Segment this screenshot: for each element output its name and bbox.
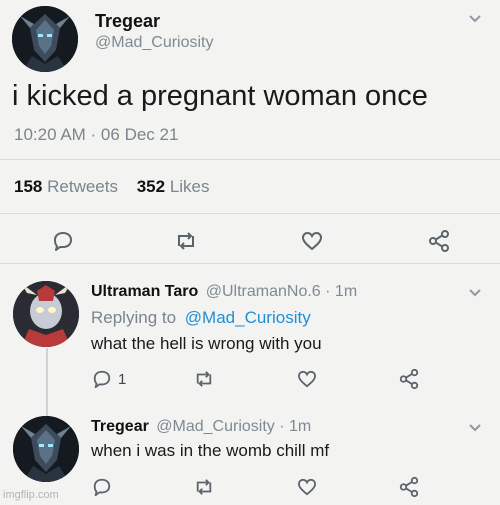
reply-text: what the hell is wrong with you [91, 334, 322, 353]
share-icon[interactable] [427, 229, 451, 253]
reply-icon[interactable] [92, 477, 112, 497]
chevron-down-icon[interactable] [468, 286, 482, 301]
retweet-icon[interactable] [193, 478, 215, 496]
display-name[interactable]: Ultraman Taro [91, 283, 198, 300]
reply-icon[interactable] [52, 230, 74, 252]
avatar-tregear[interactable] [13, 416, 79, 482]
tweet-timestamp: 10:20 AM · 06 Dec 21 [14, 125, 179, 144]
retweet-count[interactable]: 158 [14, 177, 42, 196]
retweet-icon[interactable] [174, 231, 198, 251]
share-icon[interactable] [398, 368, 420, 390]
engagement-stats: 158 Retweets 352 Likes [14, 177, 210, 197]
imgflip-watermark: imgflip.com [3, 489, 59, 501]
handle[interactable]: @UltramanNo.6 [206, 283, 321, 300]
share-icon[interactable] [398, 476, 420, 498]
handle[interactable]: @Mad_Curiosity [95, 34, 214, 52]
handle[interactable]: @Mad_Curiosity [156, 418, 275, 435]
thread-line [46, 348, 48, 416]
reply-time: · 1m [325, 283, 358, 300]
replying-handle-link[interactable]: @Mad_Curiosity [185, 308, 311, 327]
like-icon[interactable] [297, 370, 317, 388]
replying-to: Replying to @Mad_Curiosity [91, 308, 311, 328]
reply-count: 1 [118, 371, 127, 388]
reply-2-header: Tregear @Mad_Curiosity · 1m [91, 418, 311, 436]
display-name[interactable]: Tregear [95, 11, 160, 32]
reply-time: · 1m [279, 418, 312, 435]
display-name[interactable]: Tregear [91, 418, 149, 435]
reply-1-header: Ultraman Taro @UltramanNo.6 · 1m [91, 283, 357, 301]
retweet-label[interactable]: Retweets [47, 177, 118, 196]
reply-text: when i was in the womb chill mf [91, 441, 330, 460]
like-icon[interactable] [301, 231, 323, 251]
like-count[interactable]: 352 [137, 177, 165, 196]
retweet-icon[interactable] [193, 370, 215, 388]
reply-icon[interactable] [92, 369, 112, 389]
avatar-tregear[interactable] [12, 6, 78, 72]
chevron-down-icon[interactable] [468, 421, 482, 436]
divider [0, 263, 500, 264]
chevron-down-icon[interactable] [468, 12, 482, 27]
avatar-ultraman-taro[interactable] [13, 281, 79, 347]
divider [0, 213, 500, 214]
replying-prefix: Replying to [91, 308, 177, 327]
tweet-text: i kicked a pregnant woman once [12, 80, 428, 112]
like-icon[interactable] [297, 478, 317, 496]
like-label[interactable]: Likes [170, 177, 210, 196]
divider [0, 159, 500, 160]
